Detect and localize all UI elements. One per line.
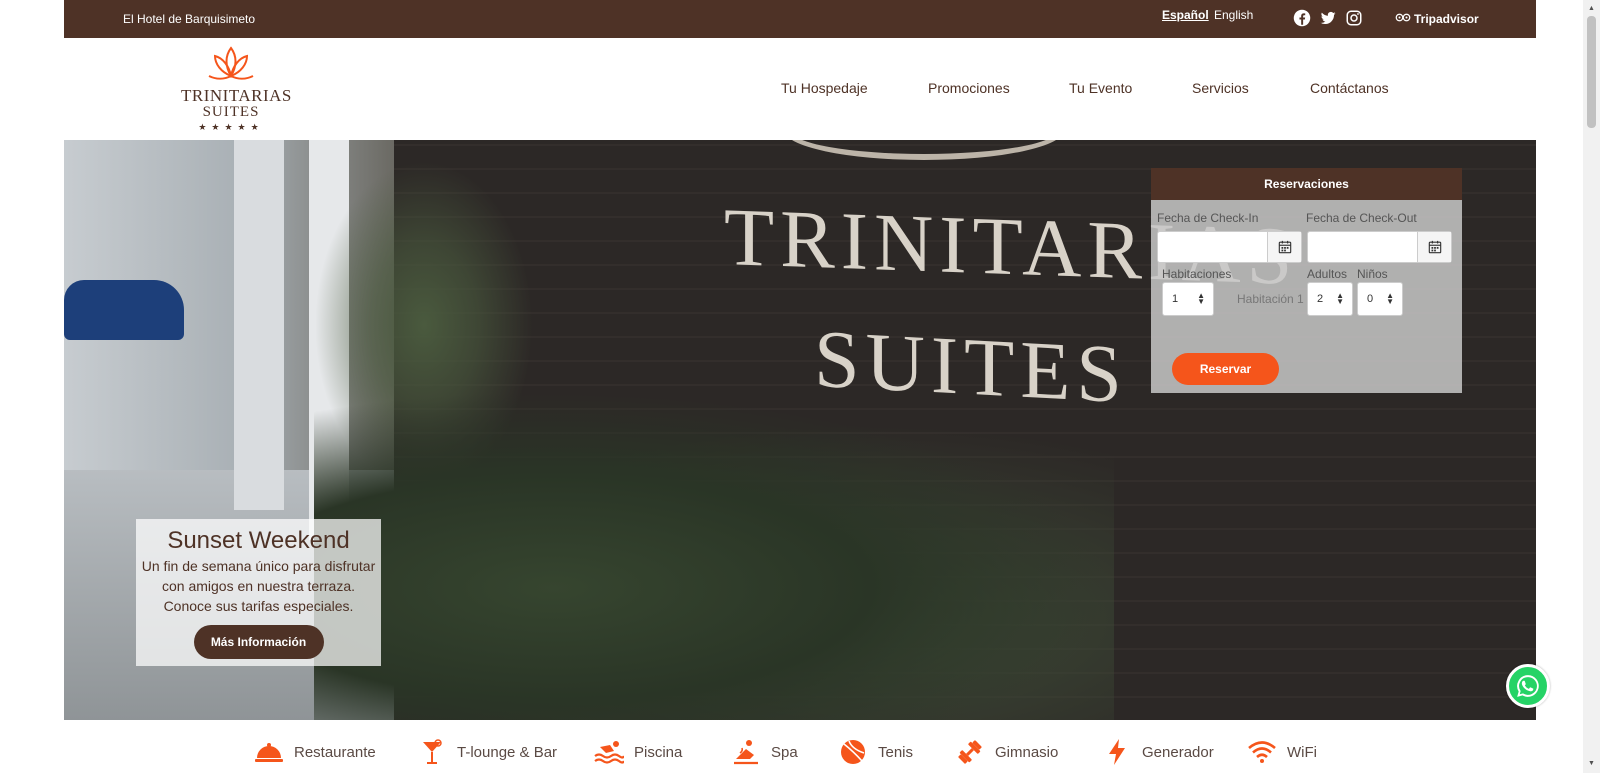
lightning-icon <box>1102 738 1132 766</box>
amenity-piscina[interactable]: Piscina <box>594 738 682 766</box>
more-info-button[interactable]: Más Información <box>193 625 324 659</box>
top-bar: El Hotel de Barquisimeto Español English… <box>64 0 1536 38</box>
whatsapp-icon[interactable] <box>1506 664 1550 708</box>
rooms-label: Habitaciones <box>1162 267 1232 281</box>
tripadvisor-icon <box>1395 11 1411 26</box>
amenity-gimnasio[interactable]: Gimnasio <box>955 738 1058 766</box>
amenity-label: Generador <box>1142 743 1214 761</box>
nav-promociones[interactable]: Promociones <box>928 80 1010 96</box>
scroll-up-arrow-icon[interactable]: ▲ <box>1588 5 1595 12</box>
amenity-label: Gimnasio <box>995 743 1059 761</box>
adults-label: Adultos <box>1307 267 1348 281</box>
facebook-icon[interactable] <box>1293 9 1311 27</box>
calendar-icon[interactable] <box>1417 232 1451 262</box>
checkout-label: Fecha de Check-Out <box>1306 211 1417 225</box>
dumbbell-icon <box>955 738 985 766</box>
updown-arrow-icon: ▲ ▼ <box>1386 291 1394 306</box>
amenity-spa[interactable]: Spa <box>731 738 798 766</box>
amenity-generador[interactable]: Generador <box>1102 738 1214 766</box>
rooms-value: 1 <box>1172 293 1179 305</box>
hero-pillar <box>234 140 284 510</box>
wifi-icon <box>1247 738 1277 766</box>
amenity-label: T-lounge & Bar <box>457 743 558 761</box>
promo-card: Sunset Weekend Un fin de semana único pa… <box>136 519 381 666</box>
scroll-down-arrow-icon[interactable]: ▼ <box>1588 760 1595 767</box>
tennis-ball-icon <box>838 738 868 766</box>
tripadvisor-link[interactable]: Tripadvisor <box>1395 11 1479 26</box>
swimmer-icon <box>594 738 624 766</box>
twitter-icon[interactable] <box>1319 9 1337 27</box>
page-scrollbar[interactable]: ▲ ▼ <box>1583 0 1600 773</box>
lotus-logo-icon <box>208 46 254 80</box>
hero-plants <box>314 390 1114 720</box>
room-1-label: Habitación 1 <box>1237 292 1304 306</box>
scrollbar-thumb[interactable] <box>1587 16 1596 128</box>
amenity-tenis[interactable]: Tenis <box>838 738 913 766</box>
calendar-icon[interactable] <box>1267 232 1301 262</box>
site-container: El Hotel de Barquisimeto Español English… <box>64 0 1536 773</box>
updown-arrow-icon: ▲ ▼ <box>1336 291 1344 306</box>
logo-name-line1: TRINITARIAS <box>181 86 292 105</box>
tagline: El Hotel de Barquisimeto <box>123 12 256 26</box>
amenity-restaurante[interactable]: Restaurante <box>254 738 376 766</box>
cloche-icon <box>254 738 284 766</box>
children-value: 0 <box>1367 293 1374 305</box>
logo-name-line2: SUITES <box>202 104 260 120</box>
nav-tu-hospedaje[interactable]: Tu Hospedaje <box>781 80 868 96</box>
amenity-label: WiFi <box>1287 743 1317 761</box>
language-en-link[interactable]: English <box>1214 8 1253 22</box>
amenity-label: Piscina <box>634 743 683 761</box>
amenity-label: Restaurante <box>294 743 376 761</box>
booking-widget: Reservaciones Fecha de Check-In Fecha de… <box>1151 168 1462 393</box>
tripadvisor-label: Tripadvisor <box>1414 11 1479 26</box>
cocktail-icon <box>417 738 447 766</box>
checkin-field[interactable] <box>1157 231 1302 263</box>
booking-title: Reservaciones <box>1151 168 1462 200</box>
amenity-wifi[interactable]: WiFi <box>1247 738 1317 766</box>
hero-car <box>64 280 184 340</box>
reserve-button[interactable]: Reservar <box>1172 353 1279 385</box>
amenity-tlounge-bar[interactable]: T-lounge & Bar <box>417 738 557 766</box>
rooms-select[interactable]: 1 ▲ ▼ <box>1162 282 1214 316</box>
checkout-field[interactable] <box>1307 231 1452 263</box>
instagram-icon[interactable] <box>1345 9 1363 27</box>
nav-tu-evento[interactable]: Tu Evento <box>1069 80 1132 96</box>
amenity-label: Tenis <box>878 743 914 761</box>
promo-text: Un fin de semana único para disfrutar co… <box>141 558 376 614</box>
children-select[interactable]: 0 ▲ ▼ <box>1357 282 1403 316</box>
amenity-label: Spa <box>771 743 798 761</box>
page: El Hotel de Barquisimeto Español English… <box>0 0 1600 773</box>
main-header: TRINITARIAS SUITES ★★★★★ Tu Hospedaje Pr… <box>64 38 1536 140</box>
nav-contactanos[interactable]: Contáctanos <box>1310 80 1389 96</box>
adults-value: 2 <box>1317 293 1324 305</box>
language-es-link[interactable]: Español <box>1162 8 1209 22</box>
hotel-logo[interactable]: TRINITARIAS SUITES ★★★★★ <box>181 46 292 134</box>
logo-stars: ★★★★★ <box>198 122 264 132</box>
adults-select[interactable]: 2 ▲ ▼ <box>1307 282 1353 316</box>
spa-massage-icon <box>731 738 761 766</box>
checkin-label: Fecha de Check-In <box>1157 211 1259 225</box>
nav-servicios[interactable]: Servicios <box>1192 80 1249 96</box>
promo-title: Sunset Weekend <box>167 527 350 554</box>
updown-arrow-icon: ▲ ▼ <box>1197 291 1205 306</box>
children-label: Niños <box>1357 267 1388 281</box>
